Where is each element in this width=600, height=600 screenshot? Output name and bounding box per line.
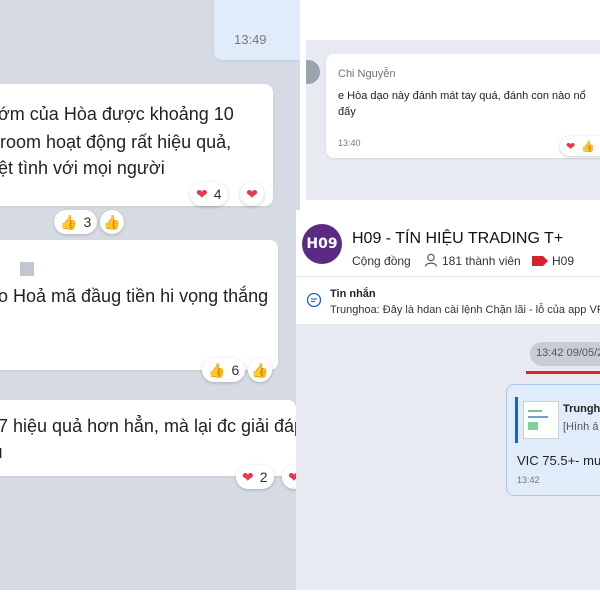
sender-name: Chi Nguyễn xyxy=(338,68,396,80)
pinned-message-bar[interactable]: Tin nhắn Trunghoa: Đây là hdan cài lệnh … xyxy=(296,280,600,320)
message-line: 7 hiệu quả hơn hẳn, mà lại đc giải đáp k… xyxy=(0,416,300,436)
chat-panel-right-top: Chi Nguyễn e Hòa dạo này đánh mát tay qu… xyxy=(306,40,600,200)
quote-sender: Trungh xyxy=(563,403,600,415)
heart-icon: ❤ xyxy=(196,185,208,202)
message-text: VIC 75.5+- mu xyxy=(517,453,600,468)
pinned-title: Tin nhắn xyxy=(330,288,376,300)
group-name[interactable]: H09 - TÍN HIỆU TRADING T+ xyxy=(352,230,563,248)
message-bubble-outgoing[interactable]: Trungh [Hình ả VIC 75.5+- mu 13:42 xyxy=(506,384,600,496)
message-line: ı xyxy=(0,442,4,462)
sender-avatar-placeholder xyxy=(20,262,34,276)
date-chip-text: 13:42 09/05/2 xyxy=(536,347,600,359)
add-reaction-button[interactable]: 👍 xyxy=(248,358,272,382)
community-label[interactable]: Cộng đồng xyxy=(352,254,411,268)
thumbs-up-icon: 👍 xyxy=(581,140,595,153)
reaction-badge[interactable]: ❤ 4 xyxy=(190,182,228,206)
message-line: đấy xyxy=(338,106,356,118)
header-divider xyxy=(296,276,600,277)
chat-panel-left: 13:49 ớm của Hòa được khoảng 10 room hoạ… xyxy=(0,0,300,590)
outgoing-message-bubble[interactable]: 13:49 xyxy=(214,0,300,60)
reaction-count: 4 xyxy=(213,186,222,202)
message-bubble[interactable]: Chi Nguyễn e Hòa dạo này đánh mát tay qu… xyxy=(326,54,600,158)
reaction-badge[interactable]: ❤ 2 xyxy=(236,465,274,489)
members-icon xyxy=(424,253,438,267)
message-time: 13:40 xyxy=(338,138,361,148)
group-tag[interactable]: H09 xyxy=(552,254,574,268)
thumbs-up-icon: 👍 xyxy=(103,213,121,230)
reaction-badge[interactable]: 👍 3 xyxy=(54,210,98,234)
message-time: 13:42 xyxy=(517,475,540,485)
reaction-count: 2 xyxy=(259,469,268,485)
message-bubble-1[interactable]: ớm của Hòa được khoảng 10 room hoạt động… xyxy=(0,84,273,206)
message-text: o Hoả mã đầug tiền hi vọng thắng xyxy=(0,286,269,306)
thumbnail-chart xyxy=(528,422,538,430)
chat-panel-right-bottom: H09 H09 - TÍN HIỆU TRADING T+ Cộng đồng … xyxy=(296,210,600,590)
pinned-preview: Trunghoa: Đây là hdan cài lệnh Chặn lãi … xyxy=(330,304,600,316)
thumbs-up-icon: 👍 xyxy=(251,361,269,378)
message-line: ệt tình với mọi người xyxy=(0,158,165,178)
chat-bubble-icon xyxy=(306,292,322,308)
reaction-count: 3 xyxy=(83,214,92,230)
reaction-badge[interactable]: 👍 6 xyxy=(202,358,246,382)
member-count[interactable]: 181 thành viên xyxy=(442,254,521,268)
reaction-badge[interactable]: ❤ 👍 1 xyxy=(560,136,600,156)
thumbs-up-icon: 👍 xyxy=(60,213,78,230)
add-reaction-button[interactable]: 👍 xyxy=(100,210,124,234)
message-bubble-2[interactable]: o Hoả mã đầug tiền hi vọng thắng xyxy=(0,240,278,370)
quote-text: [Hình ả xyxy=(563,421,599,433)
message-line: e Hòa dạo này đánh mát tay quá, đánh con… xyxy=(338,90,586,102)
group-logo-text: H09 xyxy=(306,236,338,252)
sender-avatar xyxy=(306,60,320,84)
thumbs-up-icon: 👍 xyxy=(208,361,226,378)
message-time: 13:49 xyxy=(234,32,267,47)
quote-bar xyxy=(515,397,518,443)
heart-icon: ❤ xyxy=(242,468,254,485)
tag-icon xyxy=(532,256,548,266)
message-line: ớm của Hòa được khoảng 10 xyxy=(0,104,234,124)
date-chip: 13:42 09/05/2 xyxy=(530,342,600,366)
heart-icon: ❤ xyxy=(246,185,258,202)
reaction-count: 6 xyxy=(231,362,240,378)
group-header: H09 H09 - TÍN HIỆU TRADING T+ Cộng đồng … xyxy=(296,210,600,274)
add-reaction-button[interactable]: ❤ xyxy=(240,182,264,206)
quoted-image-thumbnail[interactable] xyxy=(523,401,559,439)
chat-area: 13:42 09/05/2 Trungh [Hình ả VIC 75.5+- … xyxy=(296,324,600,590)
message-line: room hoạt động rất hiệu quả, xyxy=(0,132,232,152)
thumbnail-chart xyxy=(528,410,542,412)
group-avatar-logo[interactable]: H09 xyxy=(302,224,342,264)
date-chip-underline xyxy=(526,371,600,374)
thumbnail-chart xyxy=(528,416,548,418)
heart-icon: ❤ xyxy=(566,140,576,153)
